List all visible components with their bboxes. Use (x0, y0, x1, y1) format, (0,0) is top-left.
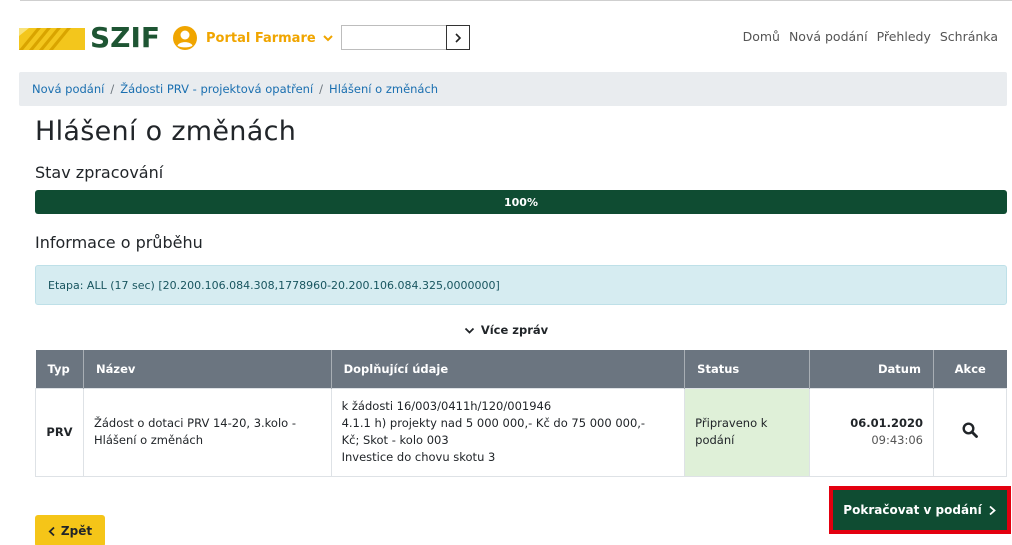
back-label: Zpět (60, 524, 93, 538)
table-header-row: Typ Název Doplňující údaje Status Datum … (35, 350, 1007, 388)
info-message-text: Etapa: ALL (17 sec) [20.200.106.084.308,… (48, 278, 500, 292)
column-header-datum[interactable]: Datum (809, 350, 934, 388)
cell-doplnujici-line: 4.1.1 h) projekty nad 5 000 000,- Kč do … (341, 416, 646, 430)
info-message: Etapa: ALL (17 sec) [20.200.106.084.308,… (35, 265, 1007, 305)
chevron-left-icon (48, 526, 55, 536)
submissions-table: Typ Název Doplňující údaje Status Datum … (35, 350, 1008, 477)
nav-inbox[interactable]: Schránka (940, 29, 998, 44)
more-messages-label: Více zpráv (480, 323, 549, 337)
cell-akce (932, 387, 1008, 477)
continue-label: Pokračovat v podání (843, 503, 982, 517)
breadcrumb-item-new-submissions[interactable]: Nová podání (32, 82, 104, 96)
cell-doplnujici-line: Kč; Skot - kolo 003 (341, 433, 449, 447)
continue-button[interactable]: Pokračovat v podání (833, 490, 1007, 530)
progress-fill: 100% (35, 190, 1007, 214)
cell-status: Připraveno k podání (684, 387, 811, 477)
portal-menu[interactable]: Portal Farmare (172, 25, 334, 51)
status-line: podání (695, 433, 735, 447)
header: SZIF Portal Farmare Domů Nová podání Pře… (0, 10, 1012, 56)
chevron-down-icon (322, 35, 333, 42)
main-nav: Domů Nová podání Přehledy Schránka (743, 29, 998, 44)
user-circle-icon (173, 26, 197, 50)
progress-label: 100% (504, 195, 538, 209)
cell-nazev-line: Žádost o dotaci PRV 14-20, 3.kolo - (93, 416, 296, 430)
column-header-nazev[interactable]: Název (83, 350, 332, 388)
breadcrumb-separator: / (319, 82, 324, 96)
search-icon[interactable] (962, 421, 978, 438)
breadcrumb-item-prv[interactable]: Žádosti PRV - projektová opatření (120, 82, 313, 96)
nav-home[interactable]: Domů (743, 29, 780, 44)
breadcrumb-item-current[interactable]: Hlášení o změnách (329, 82, 438, 96)
progress-info-title: Informace o průběhu (35, 233, 203, 252)
progress-bar: 100% (35, 190, 1007, 214)
continue-highlight: Pokračovat v podání (829, 486, 1011, 534)
search-input[interactable] (341, 25, 446, 50)
cell-nazev: Žádost o dotaci PRV 14-20, 3.kolo - Hláš… (82, 387, 332, 477)
logo-text[interactable]: SZIF (90, 21, 160, 55)
chevron-right-icon (455, 32, 462, 43)
more-messages-toggle[interactable]: Více zpráv (0, 323, 1012, 337)
back-button[interactable]: Zpět (35, 515, 105, 545)
cell-datum: 06.01.2020 09:43:06 (809, 387, 934, 477)
processing-title: Stav zpracování (35, 163, 164, 182)
breadcrumb-separator: / (110, 82, 115, 96)
cell-doplnujici: k žádosti 16/003/0411h/120/001946 4.1.1 … (330, 387, 686, 477)
column-header-doplnujici[interactable]: Doplňující údaje (331, 350, 686, 388)
status-line: Připraveno k (695, 416, 768, 430)
column-header-status[interactable]: Status (684, 350, 811, 388)
szif-logo-icon[interactable] (19, 28, 85, 50)
column-header-typ[interactable]: Typ (35, 350, 84, 388)
cell-date: 06.01.2020 (850, 416, 923, 430)
chevron-down-icon (464, 327, 474, 334)
search-button[interactable] (446, 25, 470, 50)
cell-doplnujici-line: Investice do chovu skotu 3 (341, 450, 496, 464)
cell-nazev-line: Hlášení o změnách (93, 433, 204, 447)
cell-doplnujici-line: k žádosti 16/003/0411h/120/001946 (341, 399, 552, 413)
chevron-right-icon (989, 505, 996, 515)
nav-new-submissions[interactable]: Nová podání (789, 29, 868, 44)
page-title: Hlášení o změnách (35, 116, 297, 147)
column-header-akce: Akce (933, 350, 1007, 388)
cell-typ: PRV (35, 387, 84, 477)
portal-label: Portal Farmare (206, 30, 316, 46)
breadcrumb: Nová podání / Žádosti PRV - projektová o… (19, 72, 1007, 106)
table-row: PRV Žádost o dotaci PRV 14-20, 3.kolo - … (35, 387, 1008, 477)
cell-time: 09:43:06 (871, 433, 923, 447)
nav-overviews[interactable]: Přehledy (877, 29, 931, 44)
top-divider (20, 0, 1012, 1)
